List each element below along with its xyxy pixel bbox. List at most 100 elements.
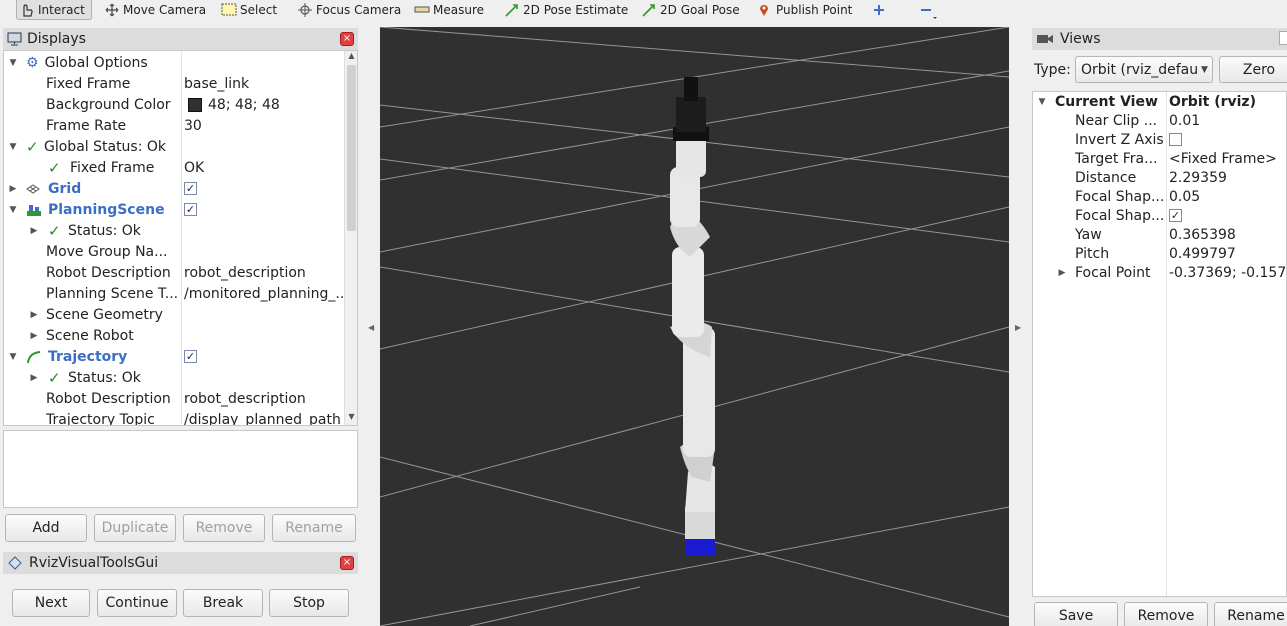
view-type-select[interactable]: Orbit (rviz_defau ▼ — [1075, 56, 1213, 83]
close-icon[interactable]: × — [340, 32, 354, 46]
duplicate-display-button[interactable]: Duplicate — [94, 514, 176, 542]
add-tool-button[interactable] — [871, 0, 890, 20]
move-camera-tool-button[interactable]: Move Camera — [104, 0, 206, 20]
tree-row-scene-robot[interactable]: ▶ Scene Robot — [4, 324, 344, 345]
focal-shape-checkbox[interactable]: ✓ — [1169, 209, 1182, 222]
tree-value[interactable]: 30 — [184, 118, 202, 134]
view-row-focal-shape-fixed[interactable]: Focal Shap... ✓ — [1033, 206, 1286, 225]
remove-tool-button[interactable] — [918, 0, 937, 20]
tree-row-background-color[interactable]: Background Color 48; 48; 48 — [4, 93, 344, 114]
tree-value[interactable]: robot_description — [184, 391, 306, 407]
panel-float-button[interactable] — [1279, 31, 1287, 45]
tree-value[interactable]: 2.29359 — [1169, 170, 1227, 186]
displays-scrollbar[interactable]: ▲ ▼ — [344, 51, 357, 425]
view-row-focal-shape-size[interactable]: Focal Shap... 0.05 — [1033, 187, 1286, 206]
chevron-down-icon[interactable]: ▼ — [8, 142, 18, 152]
view-row-distance[interactable]: Distance 2.29359 — [1033, 168, 1286, 187]
chevron-down-icon[interactable]: ▼ — [8, 205, 18, 215]
publish-point-tool-button[interactable]: Publish Point — [757, 0, 852, 20]
tree-row-global-options[interactable]: ▼ ⚙ Global Options — [4, 51, 344, 72]
view-row-pitch[interactable]: Pitch 0.499797 — [1033, 244, 1286, 263]
right-splitter[interactable]: ▶ — [1009, 27, 1027, 626]
tree-value[interactable]: 48; 48; 48 — [208, 97, 280, 113]
remove-display-button[interactable]: Remove — [183, 514, 265, 542]
enabled-checkbox[interactable]: ✓ — [184, 203, 197, 216]
chevron-down-icon[interactable]: ▼ — [8, 352, 18, 362]
rename-view-button[interactable]: Rename — [1214, 602, 1287, 626]
tree-row-trajectory-status[interactable]: ▶ ✓ Status: Ok — [4, 366, 344, 387]
goal-pose-tool-button[interactable]: 2D Goal Pose — [641, 0, 740, 20]
camera-icon — [1036, 33, 1054, 45]
collapse-right-icon[interactable]: ▶ — [1015, 323, 1021, 332]
tree-row-fixed-frame[interactable]: Fixed Frame base_link — [4, 72, 344, 93]
diamond-icon — [8, 556, 22, 570]
tree-value[interactable]: -0.37369; -0.157... — [1169, 265, 1286, 281]
tree-label: Scene Geometry — [46, 306, 163, 323]
color-swatch[interactable] — [188, 97, 202, 112]
focus-camera-tool-button[interactable]: Focus Camera — [297, 0, 401, 20]
chevron-down-icon[interactable]: ▼ — [1037, 97, 1047, 107]
chevron-right-icon[interactable]: ▶ — [8, 184, 18, 194]
view-row-invert-z[interactable]: Invert Z Axis — [1033, 130, 1286, 149]
tree-row-planning-scene[interactable]: ▼ PlanningScene ✓ — [4, 198, 344, 219]
chevron-down-icon[interactable]: ▼ — [8, 58, 18, 68]
tree-row-fixed-frame-status[interactable]: ✓ Fixed Frame OK — [4, 156, 344, 177]
tree-row-trajectory[interactable]: ▼ Trajectory ✓ — [4, 345, 344, 366]
continue-button[interactable]: Continue — [97, 589, 177, 617]
add-display-button[interactable]: Add — [5, 514, 87, 542]
tree-row-scene-geometry[interactable]: ▶ Scene Geometry — [4, 303, 344, 324]
select-label: Select — [240, 3, 278, 17]
tree-value[interactable]: 0.01 — [1169, 113, 1200, 129]
tree-value[interactable]: 0.05 — [1169, 189, 1200, 205]
chevron-right-icon[interactable]: ▶ — [29, 226, 39, 236]
tree-row-global-status[interactable]: ▼ ✓ Global Status: Ok — [4, 135, 344, 156]
tree-row-trajectory-topic[interactable]: Trajectory Topic /display_planned_path — [4, 408, 344, 426]
tree-row-trajectory-robot-description[interactable]: Robot Description robot_description — [4, 387, 344, 408]
select-tool-button[interactable]: Select — [221, 0, 277, 20]
save-view-button[interactable]: Save — [1034, 602, 1118, 626]
remove-view-button[interactable]: Remove — [1124, 602, 1208, 626]
chevron-right-icon[interactable]: ▶ — [29, 310, 39, 320]
view-row-current-view[interactable]: ▼ Current View Orbit (rviz) — [1033, 92, 1286, 111]
tree-label: Global Status: Ok — [44, 138, 167, 155]
3d-viewport[interactable] — [380, 27, 1009, 626]
measure-tool-button[interactable]: Measure — [414, 0, 484, 20]
tree-row-robot-description[interactable]: Robot Description robot_description — [4, 261, 344, 282]
chevron-right-icon[interactable]: ▶ — [1057, 268, 1067, 278]
view-row-yaw[interactable]: Yaw 0.365398 — [1033, 225, 1286, 244]
chevron-right-icon[interactable]: ▶ — [29, 331, 39, 341]
tree-value[interactable]: 0.499797 — [1169, 246, 1236, 262]
view-row-target-frame[interactable]: Target Fra... <Fixed Frame> — [1033, 149, 1286, 168]
enabled-checkbox[interactable]: ✓ — [184, 350, 197, 363]
tree-row-planning-status[interactable]: ▶ ✓ Status: Ok — [4, 219, 344, 240]
next-button[interactable]: Next — [12, 589, 90, 617]
tree-value[interactable]: /monitored_planning_... — [184, 286, 349, 302]
tree-row-planning-scene-topic[interactable]: Planning Scene T... /monitored_planning_… — [4, 282, 349, 303]
scrollbar-thumb[interactable] — [347, 65, 356, 231]
scroll-down-icon[interactable]: ▼ — [345, 412, 357, 425]
collapse-left-icon[interactable]: ◀ — [368, 323, 374, 332]
tree-label: Focal Shap... — [1075, 188, 1165, 205]
pose-estimate-tool-button[interactable]: 2D Pose Estimate — [504, 0, 628, 20]
tree-value[interactable]: /display_planned_path — [184, 412, 341, 426]
tree-row-grid[interactable]: ▶ Grid ✓ — [4, 177, 344, 198]
tree-value[interactable]: robot_description — [184, 265, 306, 281]
enabled-checkbox[interactable]: ✓ — [184, 182, 197, 195]
tree-row-move-group-name[interactable]: Move Group Na... — [4, 240, 344, 261]
tree-value[interactable]: base_link — [184, 76, 249, 92]
break-button[interactable]: Break — [183, 589, 263, 617]
close-icon[interactable]: × — [340, 556, 354, 570]
rename-display-button[interactable]: Rename — [272, 514, 356, 542]
left-splitter[interactable]: ◀ — [362, 27, 380, 626]
tree-value[interactable]: 0.365398 — [1169, 227, 1236, 243]
view-row-near-clip[interactable]: Near Clip ... 0.01 — [1033, 111, 1286, 130]
view-row-focal-point[interactable]: ▶ Focal Point -0.37369; -0.157... — [1033, 263, 1286, 282]
scroll-up-icon[interactable]: ▲ — [345, 51, 357, 64]
invert-z-checkbox[interactable] — [1169, 133, 1182, 146]
chevron-right-icon[interactable]: ▶ — [29, 373, 39, 383]
stop-button[interactable]: Stop — [269, 589, 349, 617]
tree-value[interactable]: <Fixed Frame> — [1169, 151, 1277, 167]
zero-button[interactable]: Zero — [1219, 56, 1287, 83]
interact-tool-button[interactable]: Interact — [16, 0, 92, 20]
tree-row-frame-rate[interactable]: Frame Rate 30 — [4, 114, 344, 135]
